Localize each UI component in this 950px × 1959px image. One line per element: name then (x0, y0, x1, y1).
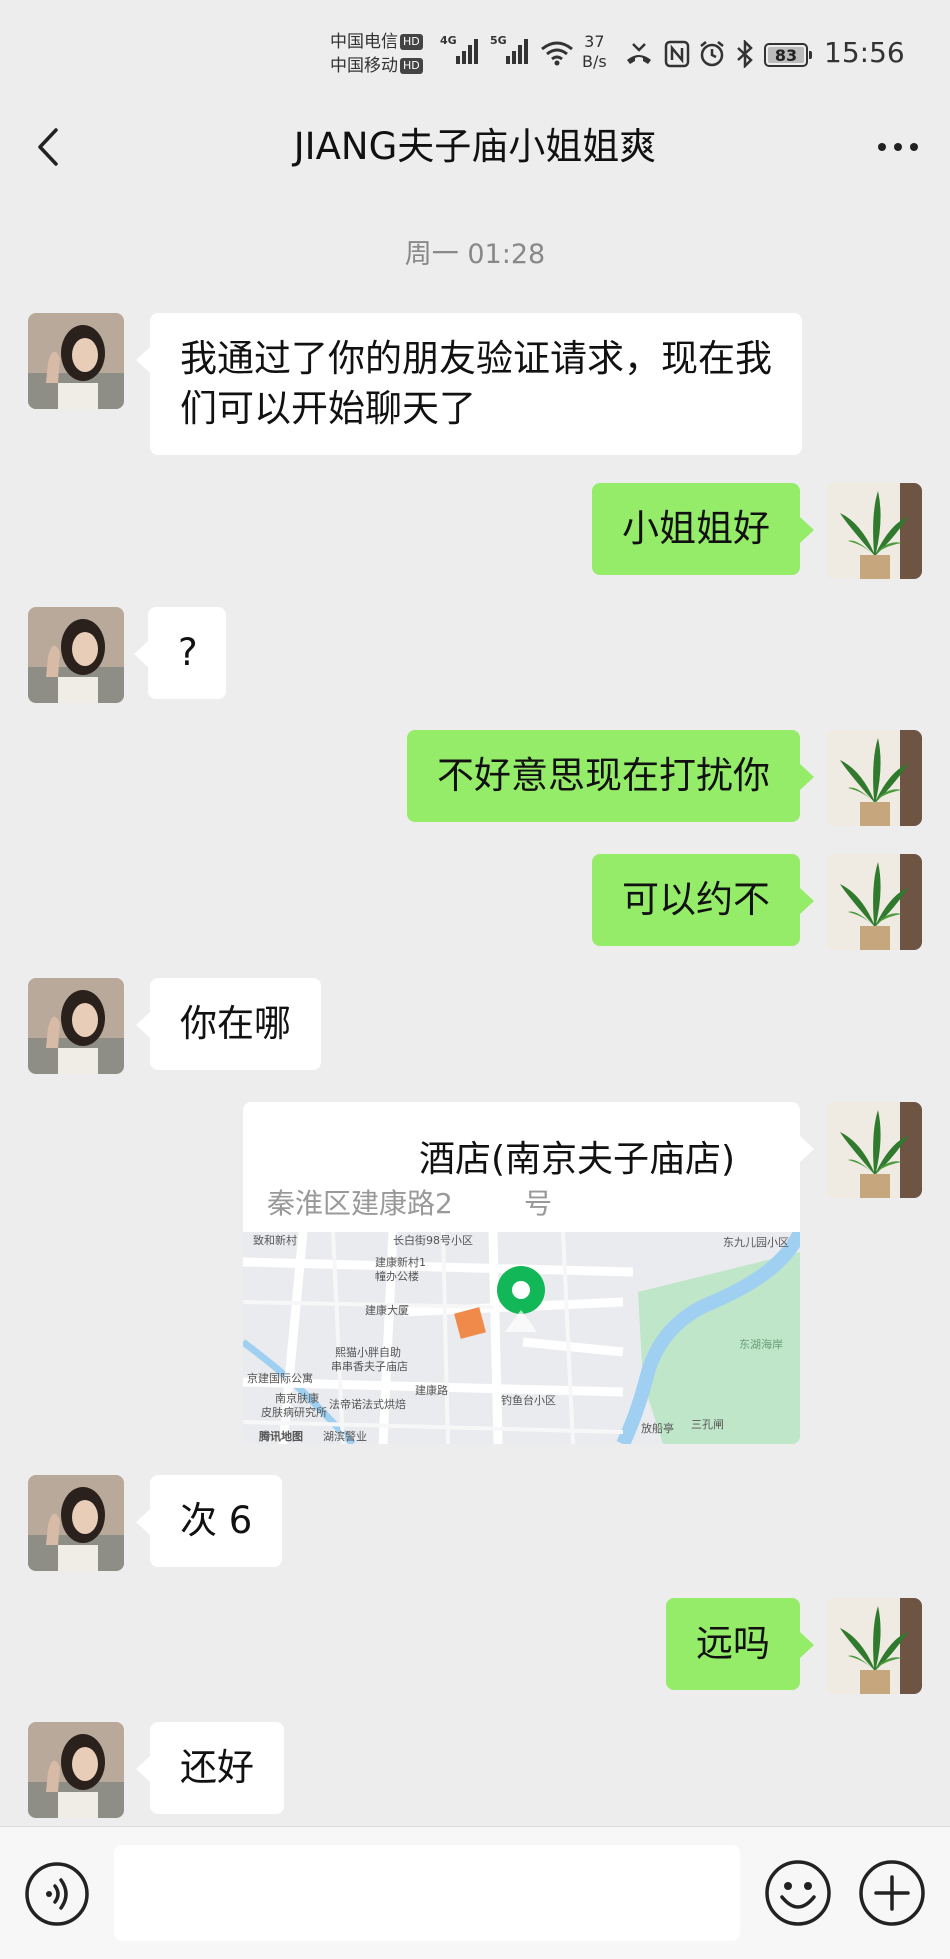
message-bubble[interactable]: 可以约不 (592, 854, 814, 946)
chat-header: JIANG夫子庙小姐姐爽 (0, 100, 950, 196)
chat-title: JIANG夫子庙小姐姐爽 (293, 125, 657, 168)
message-bubble[interactable]: ? (134, 607, 226, 699)
map-watermark: 腾讯地图 (259, 1429, 303, 1443)
map-label: 钓鱼台小区 (501, 1393, 556, 1407)
map-label: 幢办公楼 (375, 1269, 419, 1283)
bubble-pointer (800, 1136, 814, 1162)
map-label: 建康大厦 (365, 1303, 409, 1317)
map-label: 三孔闸 (691, 1418, 724, 1431)
contact-avatar[interactable] (28, 1722, 124, 1818)
network-type-1: 4G (440, 34, 457, 47)
missed-call-icon (627, 43, 651, 64)
voice-icon[interactable] (24, 1861, 90, 1927)
message-bubble[interactable]: 我通过了你的朋友验证请求，现在我们可以开始聊天了 (136, 313, 802, 455)
map-label: 法帝诺法式烘焙 (329, 1397, 406, 1411)
clock: 15:56 (824, 36, 905, 69)
message-input[interactable] (114, 1845, 740, 1941)
map-label: 放船亭 (641, 1421, 674, 1435)
carrier-info: 中国电信 HD 中国移动 HD (330, 30, 423, 78)
message-bubble[interactable]: 小姐姐好 (592, 483, 814, 575)
self-avatar[interactable] (826, 483, 922, 579)
map-label: 熙猫小胖自助 (335, 1345, 401, 1359)
map-label: 东湖海岸 (739, 1337, 783, 1351)
status-bar: 中国电信 HD 中国移动 HD 4G 5G 37 B/s 83 15:56 (0, 0, 950, 100)
more-icon[interactable] (868, 122, 928, 172)
network-type-2: 5G (490, 34, 507, 47)
self-avatar[interactable] (826, 730, 922, 826)
contact-avatar[interactable] (28, 978, 124, 1074)
message-bubble[interactable]: 远吗 (666, 1598, 814, 1690)
self-avatar[interactable] (826, 1598, 922, 1694)
battery-level: 83 (768, 47, 804, 64)
hd-badge: HD (400, 34, 423, 50)
contact-avatar[interactable] (28, 313, 124, 409)
map-label: 东九儿园小区 (723, 1236, 789, 1249)
plus-icon[interactable] (858, 1859, 926, 1927)
location-card[interactable]: 酒店(南京夫子庙店) 秦淮区建康路2 号 致和新村 长白街98号小区 东九儿园小… (243, 1102, 800, 1444)
message-bubble[interactable]: 还好 (136, 1722, 284, 1814)
alarm-icon (700, 41, 724, 67)
map-label: 建康新村1 (375, 1255, 426, 1269)
map-label: 致和新村 (253, 1233, 297, 1247)
wifi-icon (541, 41, 573, 66)
map-label: 南京肤康 (275, 1391, 319, 1405)
map-label: 建康路 (415, 1383, 448, 1397)
message-bubble[interactable]: 你在哪 (136, 978, 321, 1070)
carrier-2: 中国移动 (330, 56, 398, 76)
location-map[interactable]: 致和新村 长白街98号小区 东九儿园小区 建康新村1 幢办公楼 建康大厦 熙猫小… (243, 1232, 800, 1444)
self-avatar[interactable] (826, 854, 922, 950)
map-label: 京建国际公寓 (247, 1371, 313, 1385)
map-label: 长白街98号小区 (393, 1233, 473, 1247)
self-avatar[interactable] (826, 1102, 922, 1198)
hd-badge: HD (400, 58, 423, 74)
map-label: 皮肤病研究所 (261, 1405, 327, 1419)
message-bubble[interactable]: 不好意思现在打扰你 (407, 730, 814, 822)
nfc-icon (664, 40, 690, 68)
contact-avatar[interactable] (28, 607, 124, 703)
message-bubble[interactable]: 次 6 (135, 1475, 283, 1567)
map-label: 串串香夫子庙店 (331, 1359, 408, 1373)
location-title: 酒店(南京夫子庙店) (419, 1139, 736, 1180)
contact-avatar[interactable] (28, 1475, 124, 1571)
map-label: 湖滨警业 (323, 1429, 367, 1443)
bluetooth-icon (737, 40, 753, 68)
message-timestamp: 周一 01:28 (404, 239, 546, 270)
carrier-1: 中国电信 (330, 32, 398, 52)
network-speed: 37 B/s (582, 32, 607, 71)
location-address: 秦淮区建康路2 号 (267, 1187, 553, 1220)
chat-input-bar (0, 1826, 950, 1959)
emoji-icon[interactable] (764, 1859, 832, 1927)
battery-icon: 83 (764, 43, 812, 67)
